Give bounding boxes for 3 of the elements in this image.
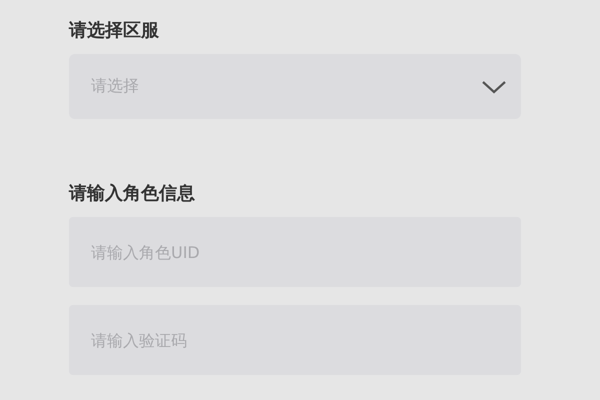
chevron-down-icon bbox=[481, 80, 507, 94]
section-label: 请选择区服 bbox=[69, 19, 159, 43]
section-label: 请输入角色信息 bbox=[69, 182, 195, 206]
